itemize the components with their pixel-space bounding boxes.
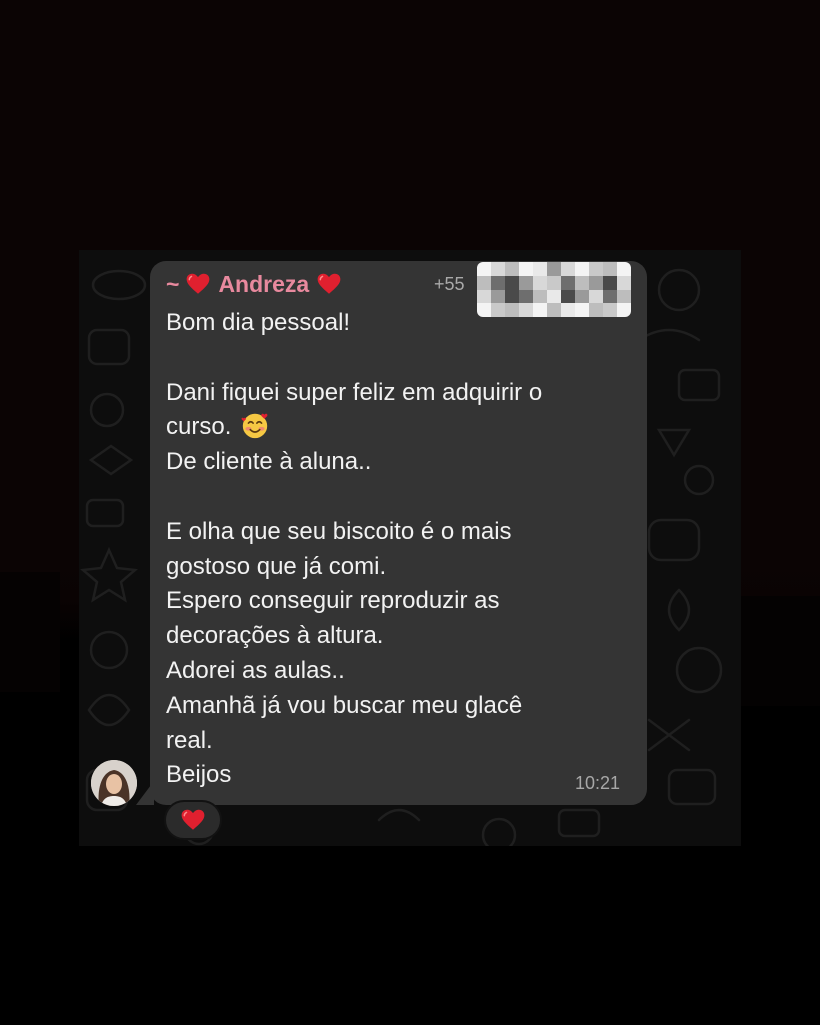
- redaction-pixel: [491, 262, 505, 276]
- redaction-pixel: [547, 275, 561, 290]
- redaction-pixel: [575, 275, 589, 290]
- redaction-pixel: [575, 289, 589, 304]
- message-line: real.: [166, 726, 213, 754]
- redaction-pixel: [589, 275, 603, 290]
- message-line: [166, 480, 636, 515]
- redaction-pixel: [603, 275, 617, 290]
- redaction-pixel: [589, 289, 603, 304]
- reaction-badge[interactable]: [164, 800, 222, 840]
- message-timestamp: 10:21: [575, 773, 621, 793]
- redaction-pixel: [505, 262, 519, 276]
- redaction-pixel: [491, 275, 505, 290]
- page-background: ~ Andreza +55 Bom dia pessoal! Dani fiqu…: [0, 0, 820, 1025]
- redaction-pixel: [561, 289, 575, 304]
- redaction-pixel: [547, 262, 561, 276]
- redaction-pixel: [519, 275, 533, 290]
- heart-emoji-icon: [187, 273, 210, 294]
- message-line: [166, 341, 636, 376]
- redaction-pixel: [617, 275, 631, 290]
- redaction-pixel: [505, 289, 519, 304]
- message-line: Beijos: [166, 761, 232, 789]
- background-shadow-right: [730, 596, 820, 706]
- message-text[interactable]: Bom dia pessoal! Dani fiquei super feliz…: [166, 306, 636, 793]
- message-line: Adorei as aulas..: [166, 656, 345, 684]
- message-line: curso.: [166, 410, 636, 445]
- message-line: E olha que seu biscoito é o mais: [166, 517, 512, 545]
- heart-emoji-icon: [317, 273, 341, 294]
- message-line: Espero conseguir reproduzir as: [166, 587, 500, 615]
- message-line: De cliente à aluna..: [166, 448, 372, 476]
- redaction-pixel: [491, 289, 505, 304]
- message-line: Dani fiquei super feliz em adquirir o: [166, 378, 543, 406]
- background-shadow-left: [0, 572, 60, 692]
- redaction-pixel: [477, 275, 491, 290]
- redaction-pixel: [505, 275, 519, 290]
- redaction-pixel: [617, 262, 631, 276]
- heart-reaction-icon: [181, 809, 205, 830]
- redaction-pixel: [547, 289, 561, 304]
- redaction-pixel: [561, 275, 575, 290]
- sender-name: Andreza: [218, 270, 310, 297]
- redaction-pixel: [519, 262, 533, 276]
- sender-avatar[interactable]: [91, 760, 137, 806]
- message-bubble-tail: [136, 781, 154, 805]
- redaction-pixel: [561, 262, 575, 276]
- redaction-pixel: [533, 275, 547, 290]
- redaction-pixel: [575, 262, 589, 276]
- redaction-pixel: [477, 289, 491, 304]
- sender-prefix: ~: [166, 270, 180, 297]
- redaction-pixel: [533, 289, 547, 304]
- redaction-pixel: [589, 262, 603, 276]
- message-line: Bom dia pessoal!: [166, 309, 351, 336]
- redaction-pixel: [603, 289, 617, 304]
- message-line: decorações à altura.: [166, 622, 384, 650]
- sender-header[interactable]: ~ Andreza: [166, 268, 342, 300]
- sender-phone-prefix: +55: [434, 274, 465, 294]
- redaction-pixel: [617, 289, 631, 304]
- redaction-pixel: [519, 289, 533, 304]
- redaction-pixel: [603, 262, 617, 276]
- avatar-photo-icon: [91, 760, 137, 806]
- smiling-face-with-hearts-icon: [241, 414, 268, 439]
- redaction-pixel: [533, 262, 547, 276]
- message-line: gostoso que já comi.: [166, 552, 387, 580]
- redaction-pixel: [477, 262, 491, 276]
- message-line: Amanhã já vou buscar meu glacê: [166, 691, 523, 719]
